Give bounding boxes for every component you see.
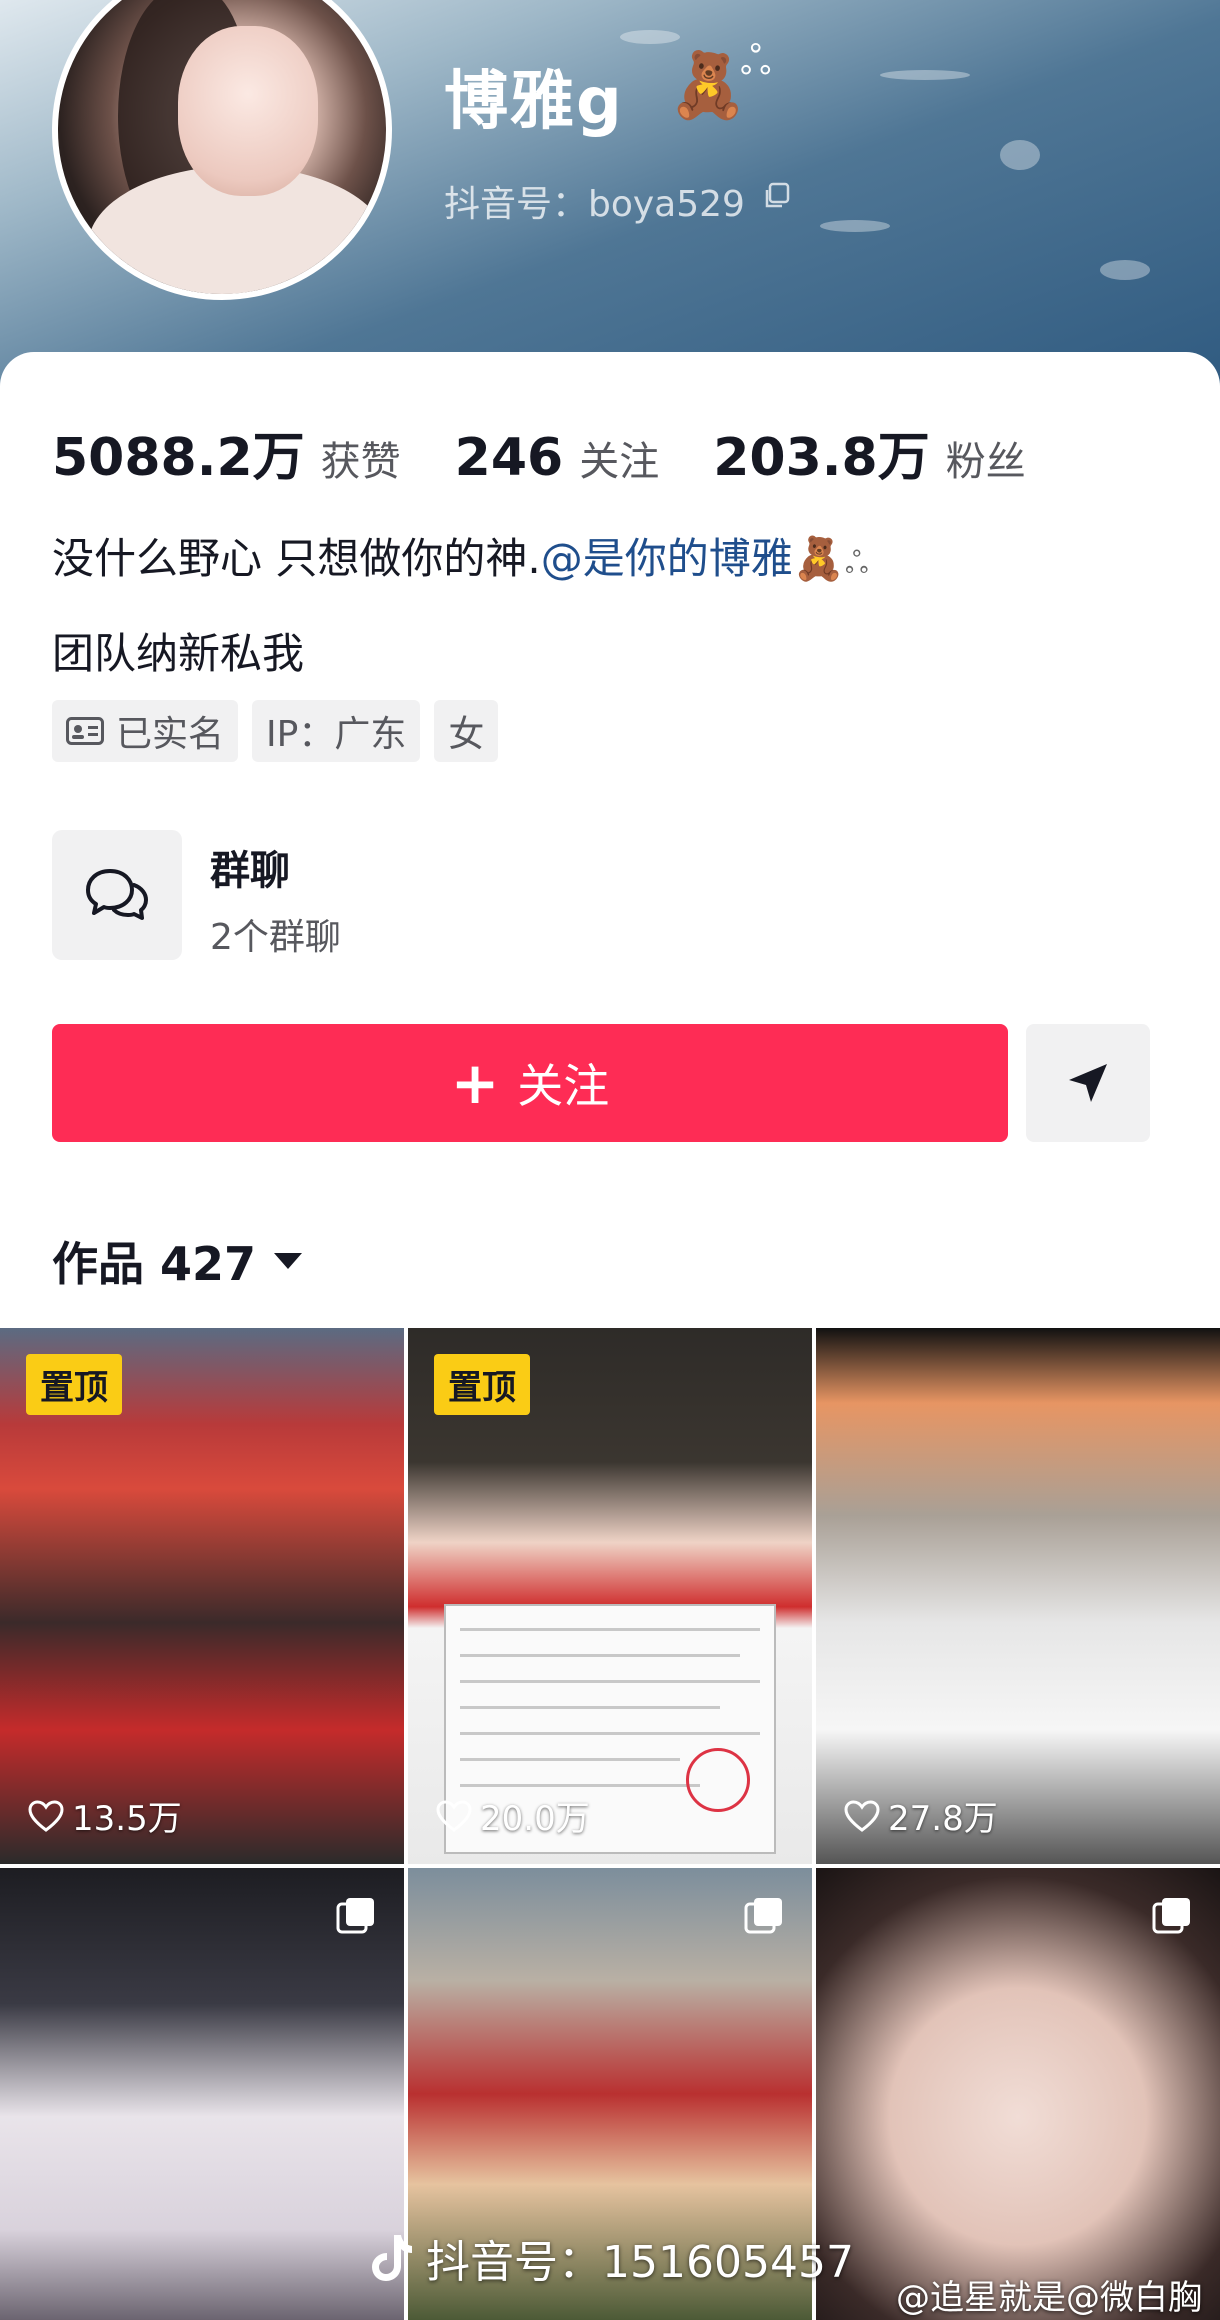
watermark-text: 抖音号：151605457 <box>426 2237 854 2288</box>
video-likes-count: 20.0万 <box>480 1799 590 1839</box>
works-label: 作品 427 <box>52 1237 257 1291</box>
pinned-badge: 置顶 <box>26 1354 122 1415</box>
bio-text: 没什么野心 只想做你的神. <box>52 534 541 583</box>
likes-label: 获赞 <box>320 439 401 485</box>
verified-tag[interactable]: 已实名 <box>52 700 239 762</box>
follow-button[interactable]: + 关注 <box>52 1024 1008 1142</box>
followers-label: 粉丝 <box>945 439 1026 485</box>
heart-icon <box>436 1799 472 1832</box>
video-grid: 置顶 13.5万 置顶 20.0万 27.8万 <box>0 1328 1220 2320</box>
pinned-badge: 置顶 <box>434 1354 530 1415</box>
video-likes: 13.5万 <box>28 1791 182 1840</box>
follow-label: 关注 <box>517 1059 610 1113</box>
douyin-id: 抖音号：boya529 <box>444 184 745 225</box>
profile-tags: 已实名 IP：广东 女 <box>52 700 499 762</box>
heart-icon <box>28 1799 64 1832</box>
id-card-icon <box>66 717 104 745</box>
profile-name: 博雅g <box>444 65 624 139</box>
group-chat-count: 2个群聊 <box>210 917 341 958</box>
video-likes-count: 27.8万 <box>888 1799 998 1839</box>
bio-line-2: 团队纳新私我 <box>52 629 305 678</box>
video-tile[interactable]: 置顶 20.0万 <box>408 1328 812 1864</box>
multi-image-icon <box>1152 1898 1190 1934</box>
profile-banner: 博雅g 🧸 ஃ 抖音号：boya529 <box>0 0 1220 400</box>
works-tab[interactable]: 作品 427 <box>52 1228 303 1294</box>
video-tile[interactable]: 置顶 13.5万 <box>0 1328 404 1864</box>
heart-icon <box>844 1799 880 1832</box>
following-label: 关注 <box>579 439 660 485</box>
verified-label: 已实名 <box>116 714 225 755</box>
multi-image-icon <box>336 1898 374 1934</box>
group-chat-icon-box <box>52 830 182 960</box>
ip-tag: IP：广东 <box>252 700 421 762</box>
douyin-watermark: 抖音号：151605457 <box>370 2226 854 2290</box>
video-likes-count: 13.5万 <box>72 1799 182 1839</box>
following-count[interactable]: 246 <box>455 428 564 488</box>
stats-row: 5088.2万 获赞 246 关注 203.8万 粉丝 <box>52 415 1080 488</box>
video-tile[interactable] <box>0 1868 404 2320</box>
video-likes: 20.0万 <box>436 1791 590 1840</box>
teddy-bear-icon: 🧸 <box>668 49 748 123</box>
copy-icon[interactable] <box>762 182 790 210</box>
followers-count[interactable]: 203.8万 <box>713 415 929 490</box>
video-tile[interactable]: 27.8万 <box>816 1328 1220 1864</box>
bio-line-1: 没什么野心 只想做你的神.@是你的博雅🧸ஃ <box>52 525 869 586</box>
sparkle-icon: ஃ <box>740 38 772 84</box>
group-chat-title: 群聊 <box>210 848 290 894</box>
likes-count[interactable]: 5088.2万 <box>52 415 305 490</box>
multi-image-icon <box>744 1898 782 1934</box>
group-chat-entry[interactable]: 群聊 2个群聊 <box>52 830 552 960</box>
weibo-watermark: @追星就是@微白胸 <box>896 2278 1202 2318</box>
sparkle-icon: ஃ <box>845 546 869 581</box>
plus-icon: + <box>450 1049 500 1117</box>
teddy-bear-icon: 🧸 <box>792 534 846 583</box>
video-tile[interactable] <box>816 1868 1220 2320</box>
share-button[interactable] <box>1026 1024 1150 1142</box>
send-arrow-icon <box>1069 1064 1107 1102</box>
bio-mention-link[interactable]: @是你的博雅 <box>541 534 793 583</box>
tiktok-logo-icon <box>372 2235 412 2281</box>
avatar[interactable] <box>52 0 392 300</box>
chat-bubbles-icon <box>86 869 148 920</box>
video-likes: 27.8万 <box>844 1791 998 1840</box>
gender-tag: 女 <box>434 700 499 762</box>
caret-down-icon <box>274 1253 303 1269</box>
